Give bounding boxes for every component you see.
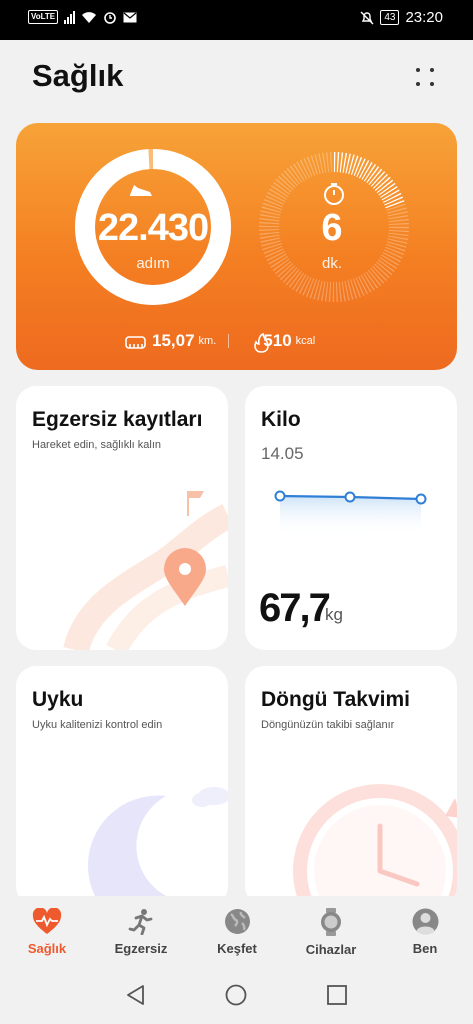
wifi-icon <box>82 11 97 23</box>
minutes-unit: dk. <box>321 255 342 272</box>
status-bar: VoLTE 43 23:20 <box>0 0 473 40</box>
back-icon[interactable] <box>125 984 147 1006</box>
stopwatch-icon <box>324 183 344 205</box>
flag-icon <box>187 491 204 516</box>
nav-label: Sağlık <box>27 941 67 956</box>
exercise-records-card[interactable]: Egzersiz kayıtları Hareket edin, sağlıkl… <box>16 386 228 650</box>
activity-card[interactable]: 22.430 adım 6 dk. 15,07 km. 510 kcal <box>16 123 457 370</box>
bottom-navigation: Sağlık Egzersiz Keşfet Cihazlar Ben <box>0 896 473 968</box>
nav-item-health[interactable]: Sağlık <box>7 908 87 956</box>
distance-unit: km. <box>198 335 217 347</box>
card-title: Döngü Takvimi <box>261 688 410 711</box>
divider <box>228 334 230 348</box>
card-subtitle: Hareket edin, sağlıklı kalın <box>32 439 162 451</box>
calories-value: 510 <box>263 331 292 350</box>
moon-icon <box>87 795 221 906</box>
nav-item-exercise[interactable]: Egzersiz <box>101 908 181 956</box>
nav-item-devices[interactable]: Cihazlar <box>291 908 371 957</box>
minutes-value: 6 <box>321 207 343 249</box>
mute-icon <box>360 11 374 24</box>
steps-value: 22.430 <box>97 207 209 249</box>
battery-level: 43 <box>380 10 400 25</box>
heart-pulse-icon <box>32 908 62 934</box>
distance-value: 15,07 <box>152 331 195 350</box>
clock-icon <box>293 784 457 906</box>
status-right: 43 23:20 <box>360 9 443 26</box>
runner-icon <box>128 909 153 935</box>
weight-point <box>415 493 427 505</box>
sleep-card[interactable]: Uyku Uyku kalitenizi kontrol edin <box>16 666 228 906</box>
cycle-calendar-card[interactable]: Döngü Takvimi Döngünüzün takibi sağlanır <box>245 666 457 906</box>
weight-unit: kg <box>325 605 343 624</box>
recents-icon[interactable] <box>326 984 348 1006</box>
weight-point <box>344 491 356 503</box>
volte-badge: VoLTE <box>28 10 59 24</box>
nav-item-discover[interactable]: Keşfet <box>197 908 277 956</box>
page-title: Sağlık <box>32 58 124 93</box>
more-options-icon[interactable] <box>410 62 440 92</box>
cloud-icon <box>192 787 228 807</box>
weight-card[interactable]: Kilo 14.05 67,7 kg <box>245 386 457 650</box>
system-navigation <box>0 968 473 1024</box>
profile-icon <box>412 908 438 935</box>
card-title: Egzersiz kayıtları <box>32 408 203 431</box>
home-icon[interactable] <box>225 984 247 1006</box>
message-icon <box>123 12 137 22</box>
activity-summary: 15,07 km. 510 kcal <box>124 331 315 351</box>
shoe-icon <box>130 185 152 196</box>
alarm-icon <box>104 12 116 24</box>
globe-icon <box>224 909 250 934</box>
status-time: 23:20 <box>405 9 443 26</box>
card-subtitle: Döngünüzün takibi sağlanır <box>261 719 395 731</box>
nav-item-me[interactable]: Ben <box>385 908 465 956</box>
weight-point <box>274 490 286 502</box>
card-title: Uyku <box>32 688 84 711</box>
steps-unit: adım <box>136 255 170 272</box>
nav-label: Cihazlar <box>305 942 357 957</box>
nav-label: Ben <box>412 941 438 956</box>
calories-unit: kcal <box>295 335 316 347</box>
signal-icon <box>64 10 76 24</box>
card-subtitle: Uyku kalitenizi kontrol edin <box>32 719 163 731</box>
watch-icon <box>321 908 341 936</box>
nav-label: Keşfet <box>217 941 257 956</box>
weight-value: 67,7 <box>259 586 331 630</box>
nav-label: Egzersiz <box>114 941 168 956</box>
status-left: VoLTE <box>28 10 137 24</box>
